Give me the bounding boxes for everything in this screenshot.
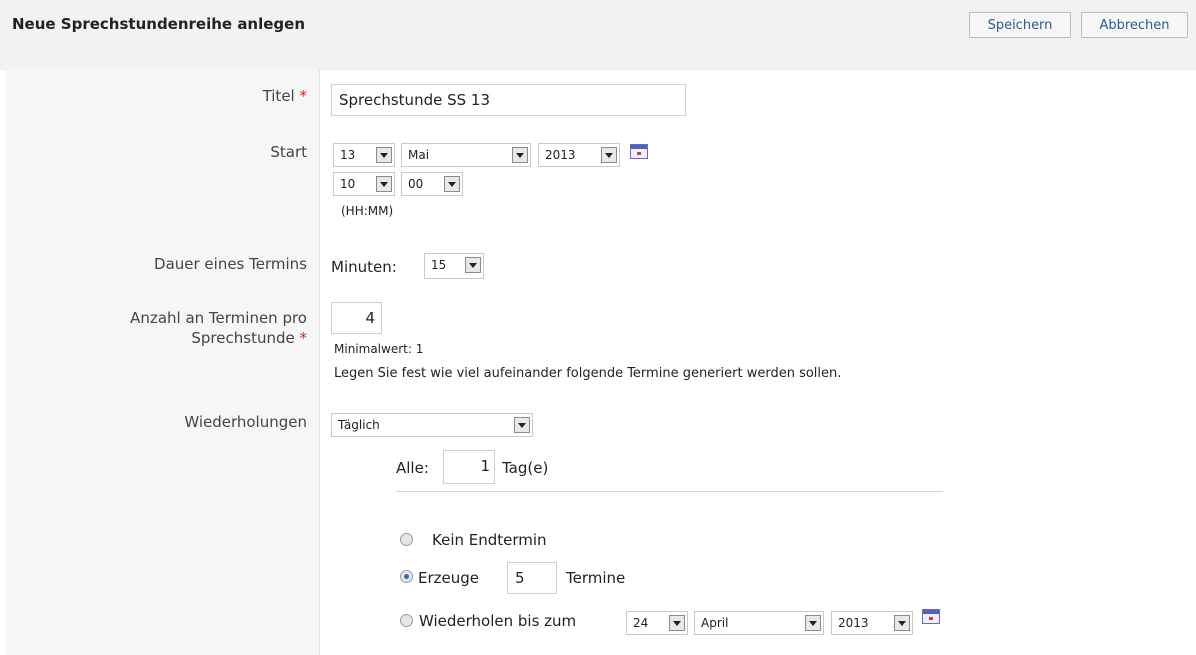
start-label: Start (270, 143, 307, 161)
repeat-label: Wiederholungen (184, 413, 307, 431)
calendar-icon[interactable] (922, 609, 940, 624)
until-month-value: April (701, 616, 729, 630)
start-month-value: Mai (408, 148, 430, 162)
start-minute-value: 00 (408, 177, 424, 191)
chevron-down-icon (465, 257, 481, 273)
duration-value: 15 (431, 258, 447, 272)
chevron-down-icon (376, 176, 392, 192)
start-day-select[interactable]: 13 (333, 143, 395, 167)
chevron-down-icon (601, 147, 617, 163)
repeat-select[interactable]: Täglich (331, 413, 533, 437)
duration-prefix: Minuten: (331, 258, 397, 276)
until-day-value: 24 (633, 616, 649, 630)
start-year-value: 2013 (545, 148, 576, 162)
chevron-down-icon (894, 615, 910, 631)
start-minute-select[interactable]: 00 (401, 172, 463, 196)
chevron-down-icon (805, 615, 821, 631)
start-hour-value: 10 (340, 177, 356, 191)
duration-select[interactable]: 15 (424, 253, 484, 279)
chevron-down-icon (376, 147, 392, 163)
radio-no-end[interactable] (400, 533, 413, 546)
count-help-text: Legen Sie fest wie viel aufeinander folg… (334, 366, 842, 381)
every-label: Alle: (396, 459, 429, 477)
count-label: Anzahl an Terminen pro Sprechstunde * (130, 309, 308, 347)
cancel-button[interactable]: Abbrechen (1081, 12, 1188, 38)
create-suffix: Termine (566, 569, 626, 587)
divider (396, 491, 943, 492)
radio-create[interactable] (400, 570, 413, 583)
every-input[interactable]: 1 (443, 450, 495, 484)
create-prefix: Erzeuge (418, 569, 480, 587)
start-hour-select[interactable]: 10 (333, 172, 395, 196)
page-title: Neue Sprechstundenreihe anlegen (12, 15, 306, 33)
radio-until[interactable] (400, 614, 413, 627)
until-month-select[interactable]: April (694, 611, 824, 635)
duration-label: Dauer eines Termins (154, 255, 307, 273)
title-input[interactable]: Sprechstunde SS 13 (331, 84, 686, 116)
until-year-select[interactable]: 2013 (831, 611, 913, 635)
required-mark: * (299, 87, 308, 105)
every-unit: Tag(e) (502, 459, 549, 477)
count-input[interactable]: 4 (331, 302, 382, 334)
count-min-hint: Minimalwert: 1 (334, 342, 424, 356)
chevron-down-icon (444, 176, 460, 192)
start-day-value: 13 (340, 148, 356, 162)
until-year-value: 2013 (838, 616, 869, 630)
repeat-value: Täglich (338, 418, 380, 432)
chevron-down-icon (514, 417, 530, 433)
title-label: Titel * (262, 87, 308, 105)
chevron-down-icon (512, 147, 528, 163)
chevron-down-icon (669, 615, 685, 631)
calendar-icon[interactable] (630, 144, 648, 159)
start-month-select[interactable]: Mai (401, 143, 531, 167)
required-mark: * (299, 329, 308, 347)
until-label: Wiederholen bis zum (419, 612, 577, 630)
create-count-input[interactable]: 5 (507, 562, 557, 594)
start-year-select[interactable]: 2013 (538, 143, 620, 167)
no-end-label: Kein Endtermin (432, 531, 547, 549)
save-button[interactable]: Speichern (969, 12, 1071, 38)
until-day-select[interactable]: 24 (626, 611, 688, 635)
time-format-hint: (HH:MM) (341, 204, 394, 218)
